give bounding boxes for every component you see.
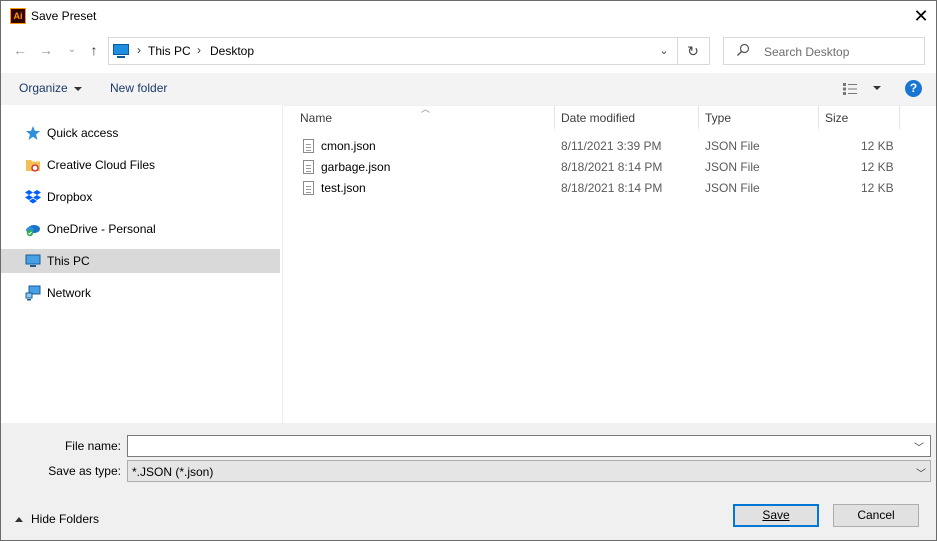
column-header-size[interactable]: Size xyxy=(825,111,848,125)
organize-menu[interactable]: Organize xyxy=(19,81,82,95)
sidebar-item-label: This PC xyxy=(47,254,90,268)
file-name: garbage.json xyxy=(321,160,391,174)
computer-icon xyxy=(25,254,41,267)
sidebar-item-label: Creative Cloud Files xyxy=(47,158,156,172)
command-bar: Organize New folder ? xyxy=(1,73,936,106)
file-icon xyxy=(303,181,314,195)
sidebar-item-label: Network xyxy=(47,286,92,300)
computer-icon xyxy=(113,44,129,55)
column-divider[interactable] xyxy=(698,105,699,129)
search-icon xyxy=(737,43,750,56)
file-type: JSON File xyxy=(705,160,760,174)
view-dropdown-chevron-icon[interactable] xyxy=(873,86,881,90)
up-arrow-icon[interactable]: ↑ xyxy=(85,41,103,59)
sort-ascending-icon: ︿ xyxy=(421,104,431,114)
computer-icon-stand xyxy=(117,56,125,58)
breadcrumb-desktop[interactable]: Desktop xyxy=(210,44,254,58)
file-name: cmon.json xyxy=(321,139,376,153)
address-dropdown-icon[interactable]: ⌄ xyxy=(655,42,673,60)
recent-locations-chevron-icon[interactable]: ⌄ xyxy=(63,41,81,59)
column-header-name[interactable]: Name xyxy=(300,111,332,125)
save-button[interactable]: Save xyxy=(733,504,819,527)
column-divider[interactable] xyxy=(899,105,900,129)
file-name-dropdown-icon[interactable]: ﹀ xyxy=(914,439,924,454)
file-name: test.json xyxy=(321,181,366,195)
close-icon[interactable]: ✕ xyxy=(906,3,936,29)
back-arrow-icon[interactable]: ← xyxy=(11,41,29,59)
navigation-pane: Quick access Creative Cloud Files Dropbo… xyxy=(1,105,283,423)
column-divider[interactable] xyxy=(554,105,555,129)
window-title: Save Preset xyxy=(31,9,97,23)
breadcrumb-separator-icon: › xyxy=(137,43,141,57)
file-row[interactable]: cmon.json 8/11/2021 3:39 PM JSON File 12… xyxy=(301,136,901,157)
address-divider xyxy=(677,38,678,64)
hide-folders-label: Hide Folders xyxy=(31,512,100,526)
onedrive-icon xyxy=(26,225,40,237)
save-as-type-dropdown-icon[interactable]: ﹀ xyxy=(916,465,926,480)
search-box[interactable]: Search Desktop xyxy=(723,37,925,65)
breadcrumb-separator-icon: › xyxy=(197,43,201,57)
sidebar-item-label: Quick access xyxy=(47,126,119,140)
file-size: 12 KB xyxy=(861,181,894,195)
sidebar-item-quick-access[interactable]: Quick access xyxy=(1,121,280,145)
creative-cloud-folder-icon xyxy=(26,160,40,172)
column-header-type[interactable]: Type xyxy=(705,111,731,125)
file-type: JSON File xyxy=(705,139,760,153)
save-preset-dialog: Ai Save Preset ✕ ← → ⌄ ↑ › This PC › Des… xyxy=(0,0,937,541)
chevron-down-icon xyxy=(73,86,82,91)
file-date: 8/18/2021 8:14 PM xyxy=(561,181,663,195)
file-icon xyxy=(303,139,314,153)
column-divider[interactable] xyxy=(818,105,819,129)
file-row[interactable]: garbage.json 8/18/2021 8:14 PM JSON File… xyxy=(301,157,901,178)
network-icon xyxy=(25,285,41,301)
sidebar-item-label: OneDrive - Personal xyxy=(47,222,156,236)
file-name-field[interactable]: ﹀ xyxy=(127,435,931,457)
file-name-label: File name: xyxy=(64,439,121,453)
breadcrumb-this-pc[interactable]: This PC xyxy=(148,44,191,58)
column-header-date-modified[interactable]: Date modified xyxy=(561,111,635,125)
save-as-type-label: Save as type: xyxy=(48,464,121,478)
forward-arrow-icon[interactable]: → xyxy=(37,41,55,59)
file-size: 12 KB xyxy=(861,160,894,174)
file-date: 8/11/2021 3:39 PM xyxy=(561,139,662,153)
file-size: 12 KB xyxy=(861,139,894,153)
save-as-type-value: *.JSON (*.json) xyxy=(132,465,214,479)
search-input[interactable]: Search Desktop xyxy=(764,45,849,59)
view-options-icon[interactable] xyxy=(843,83,857,95)
refresh-icon[interactable]: ↻ xyxy=(683,41,703,61)
help-icon[interactable]: ? xyxy=(905,80,922,97)
illustrator-app-icon: Ai xyxy=(10,8,26,24)
sidebar-item-this-pc[interactable]: This PC xyxy=(1,249,280,273)
sidebar-item-onedrive[interactable]: OneDrive - Personal xyxy=(1,217,280,241)
organize-label: Organize xyxy=(19,81,68,95)
cancel-button[interactable]: Cancel xyxy=(833,504,919,527)
star-icon xyxy=(26,126,40,140)
title-bar: Ai Save Preset ✕ xyxy=(1,1,936,32)
file-icon xyxy=(303,160,314,174)
save-as-type-select[interactable]: *.JSON (*.json) ﹀ xyxy=(127,460,931,482)
hide-folders-toggle[interactable]: Hide Folders xyxy=(15,512,99,526)
dropbox-icon xyxy=(25,190,41,204)
new-folder-button[interactable]: New folder xyxy=(110,81,167,95)
file-type: JSON File xyxy=(705,181,760,195)
address-bar[interactable]: › This PC › Desktop ⌄ ↻ xyxy=(108,37,710,65)
sidebar-item-network[interactable]: Network xyxy=(1,281,280,305)
sidebar-item-dropbox[interactable]: Dropbox xyxy=(1,185,280,209)
save-button-label: Save xyxy=(762,508,790,522)
file-date: 8/18/2021 8:14 PM xyxy=(561,160,663,174)
chevron-up-icon xyxy=(15,517,23,523)
file-row[interactable]: test.json 8/18/2021 8:14 PM JSON File 12… xyxy=(301,178,901,199)
sidebar-item-label: Dropbox xyxy=(47,190,93,204)
sidebar-item-creative-cloud-files[interactable]: Creative Cloud Files xyxy=(1,153,280,177)
